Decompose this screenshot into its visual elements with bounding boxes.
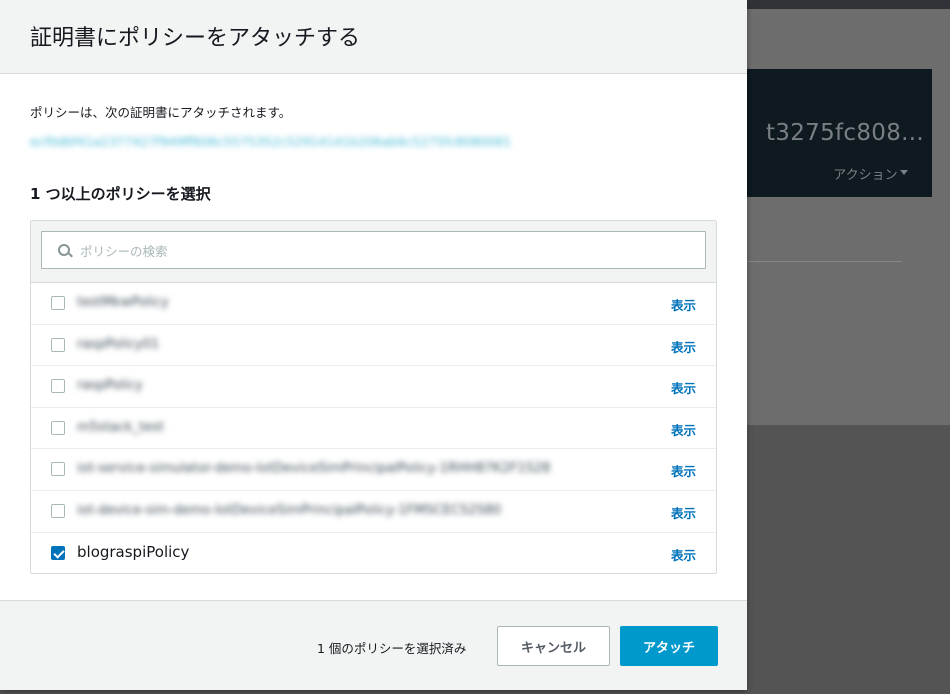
select-policies-label: 1 つ以上のポリシーを選択 — [30, 185, 211, 203]
policy-search-bar — [31, 221, 716, 283]
policy-row: testMkwPolicy 表示 — [31, 283, 716, 325]
policy-search-field[interactable] — [41, 231, 706, 269]
policy-checkbox[interactable] — [51, 503, 65, 518]
background-actions-menu: アクション — [833, 164, 910, 183]
view-policy-link[interactable]: 表示 — [671, 378, 696, 397]
view-policy-link[interactable]: 表示 — [671, 545, 696, 564]
attach-policy-dialog: 証明書にポリシーをアタッチする ポリシーは、次の証明書にアタッチされます。 ec… — [0, 0, 747, 690]
view-policy-link[interactable]: 表示 — [671, 503, 696, 522]
view-policy-link[interactable]: 表示 — [671, 337, 696, 356]
cancel-button[interactable]: キャンセル — [497, 626, 610, 666]
certificate-id: ecf0dbf41a2377427f949ff606c5575352c52914… — [30, 134, 512, 149]
policy-name: iot-service-simulator-demo-IotDeviceSimP… — [77, 461, 551, 477]
dialog-header: 証明書にポリシーをアタッチする — [0, 0, 747, 74]
dialog-title: 証明書にポリシーをアタッチする — [30, 26, 361, 51]
caret-down-icon — [900, 170, 908, 175]
background-certificate-title: t3275fc808... — [765, 120, 924, 146]
background-actions-label: アクション — [833, 168, 898, 183]
search-icon — [58, 244, 70, 256]
policy-name: testMkwPolicy — [77, 295, 169, 310]
dialog-footer: 1 個のポリシーを選択済み キャンセル アタッチ — [0, 600, 747, 690]
policy-row: m5stack_test 表示 — [31, 408, 716, 450]
policy-checkbox[interactable] — [51, 337, 65, 352]
policy-name: blograspiPolicy — [77, 542, 190, 561]
background-divider — [747, 261, 902, 262]
policy-name: iot-device-sim-demo-IotDeviceSimPrincipa… — [77, 502, 502, 518]
policy-name: m5stack_test — [77, 419, 164, 435]
policy-row: raspPolicy01 表示 — [31, 325, 716, 367]
policy-row: raspPolicy 表示 — [31, 366, 716, 408]
policy-row: iot-device-sim-demo-IotDeviceSimPrincipa… — [31, 491, 716, 533]
policy-row-selected: blograspiPolicy 表示 — [31, 533, 716, 575]
policy-name: raspPolicy — [77, 378, 143, 394]
policy-row: iot-service-simulator-demo-IotDeviceSimP… — [31, 449, 716, 491]
attach-button[interactable]: アタッチ — [620, 626, 718, 666]
view-policy-link[interactable]: 表示 — [671, 461, 696, 480]
view-policy-link[interactable]: 表示 — [671, 295, 696, 314]
policy-checkbox[interactable] — [51, 379, 65, 394]
policy-list-panel: testMkwPolicy 表示 raspPolicy01 表示 raspPol… — [30, 220, 717, 574]
policy-checkbox[interactable] — [51, 420, 65, 435]
dialog-intro-text: ポリシーは、次の証明書にアタッチされます。 — [30, 105, 292, 120]
policy-name: raspPolicy01 — [77, 336, 160, 352]
policy-list: testMkwPolicy 表示 raspPolicy01 表示 raspPol… — [31, 283, 716, 574]
policy-search-input[interactable] — [78, 240, 682, 262]
policy-checkbox[interactable] — [51, 462, 65, 477]
view-policy-link[interactable]: 表示 — [671, 420, 696, 439]
policy-checkbox-checked[interactable] — [51, 545, 65, 560]
selected-policies-count: 1 個のポリシーを選択済み — [317, 641, 467, 656]
policy-checkbox[interactable] — [51, 296, 65, 310]
